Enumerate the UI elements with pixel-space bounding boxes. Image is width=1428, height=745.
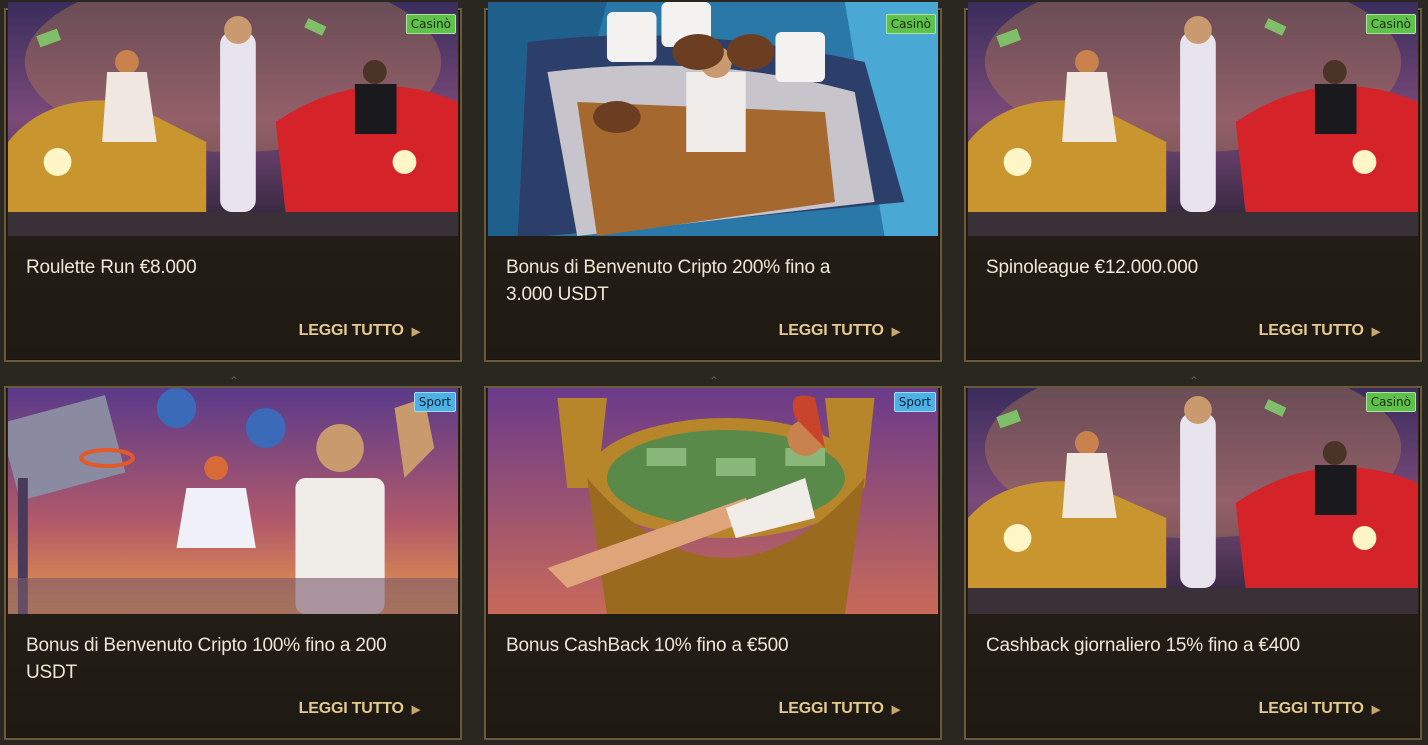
promo-title: Bonus di Benvenuto Cripto 200% fino a 3.… (506, 257, 831, 305)
triangle-right-icon: ▶ (1371, 703, 1380, 716)
category-badge: Casinò (405, 14, 456, 34)
promo-image-cars[interactable] (968, 388, 1418, 614)
promo-title: Bonus di Benvenuto Cripto 100% fino a 20… (26, 635, 387, 683)
promo-image-basket[interactable] (8, 388, 458, 614)
promo-card[interactable]: Sport Bonus CashBack 10% fino a €500 LEG… (484, 386, 942, 740)
promo-image-cars[interactable] (968, 2, 1418, 236)
read-more-link[interactable]: LEGGI TUTTO ▶ (298, 700, 421, 718)
read-more-label: LEGGI TUTTO (1258, 700, 1364, 717)
category-badge: Casinò (1365, 14, 1416, 34)
read-more-label: LEGGI TUTTO (298, 700, 404, 717)
triangle-right-icon: ▶ (411, 325, 420, 338)
category-badge: Sport (413, 392, 456, 412)
triangle-right-icon: ▶ (891, 703, 900, 716)
promo-card[interactable]: Sport Bonus di Benvenuto Cripto 100% fin… (4, 386, 462, 740)
promo-image-money[interactable] (488, 388, 938, 614)
promo-card[interactable]: Casinò Roulette Run €8.000 LEGGI TUTTO ▶ (4, 2, 462, 362)
category-badge: Casinò (885, 14, 936, 34)
promo-image-cars[interactable] (8, 2, 458, 236)
category-badge: Casinò (1365, 392, 1416, 412)
read-more-link[interactable]: LEGGI TUTTO ▶ (778, 322, 901, 340)
read-more-label: LEGGI TUTTO (1258, 322, 1364, 339)
read-more-label: LEGGI TUTTO (778, 700, 884, 717)
triangle-right-icon: ▶ (411, 703, 420, 716)
triangle-right-icon: ▶ (1371, 325, 1380, 338)
read-more-label: LEGGI TUTTO (298, 322, 404, 339)
read-more-link[interactable]: LEGGI TUTTO ▶ (298, 322, 421, 340)
promo-title: Spinoleague €12.000.000 (986, 257, 1198, 278)
read-more-link[interactable]: LEGGI TUTTO ▶ (778, 700, 901, 718)
promo-title: Roulette Run €8.000 (26, 257, 197, 278)
promo-card[interactable]: Casinò Cashback giornaliero 15% fino a €… (964, 386, 1422, 740)
promotions-grid: Casinò Roulette Run €8.000 LEGGI TUTTO ▶ (0, 0, 1428, 745)
promo-card[interactable]: Casinò Spinoleague €12.000.000 LEGGI TUT… (964, 2, 1422, 362)
promo-card[interactable]: Casinò Bonus di Benvenuto Cripto 200% fi… (484, 2, 942, 362)
category-badge: Sport (893, 392, 936, 412)
triangle-right-icon: ▶ (891, 325, 900, 338)
read-more-label: LEGGI TUTTO (778, 322, 884, 339)
promo-title: Cashback giornaliero 15% fino a €400 (986, 635, 1300, 656)
promo-title: Bonus CashBack 10% fino a €500 (506, 635, 789, 656)
promo-image-boat[interactable] (488, 2, 938, 236)
read-more-link[interactable]: LEGGI TUTTO ▶ (1258, 322, 1381, 340)
read-more-link[interactable]: LEGGI TUTTO ▶ (1258, 700, 1381, 718)
